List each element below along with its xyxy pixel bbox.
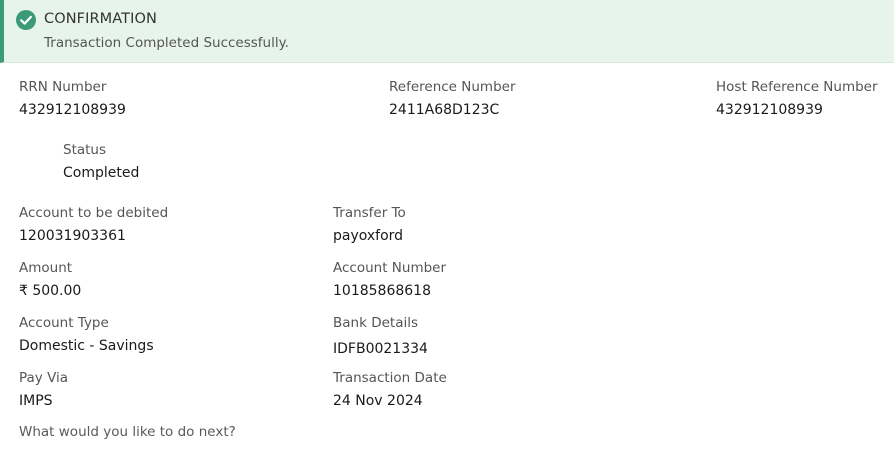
rrn-value: 432912108939: [19, 102, 126, 118]
transaction-date-field: Transaction Date 24 Nov 2024: [333, 369, 447, 410]
host-reference-value: 432912108939: [716, 102, 823, 118]
amount-field: Amount ₹ 500.00: [19, 259, 81, 300]
bank-details-field: Bank Details IDFB0021334: [333, 314, 428, 358]
status-value: Completed: [63, 165, 140, 181]
pay-via-label: Pay Via: [19, 370, 69, 386]
account-number-field: Account Number 10185868618: [333, 259, 446, 300]
bank-details-value: IDFB0021334: [333, 341, 428, 357]
account-type-label: Account Type: [19, 315, 109, 331]
debit-account-value: 120031903361: [19, 228, 126, 244]
bank-details-label: Bank Details: [333, 315, 419, 331]
debit-account-label: Account to be debited: [19, 205, 169, 221]
banner-message: Transaction Completed Successfully.: [44, 35, 289, 51]
next-actions-prompt[interactable]: What would you like to do next?: [19, 424, 236, 440]
banner-title: CONFIRMATION: [44, 11, 157, 27]
rrn-label: RRN Number: [19, 79, 107, 95]
transaction-date-value: 24 Nov 2024: [333, 393, 423, 409]
check-circle-icon: [16, 10, 36, 30]
confirmation-banner: CONFIRMATION Transaction Completed Succe…: [0, 0, 894, 63]
transfer-to-value: payoxford: [333, 228, 404, 244]
host-reference-label: Host Reference Number: [716, 79, 878, 95]
transfer-to-label: Transfer To: [333, 205, 406, 221]
reference-number-value: 2411A68D123C: [389, 102, 500, 118]
status-field: Status Completed: [63, 141, 139, 182]
status-label: Status: [63, 142, 107, 158]
debit-account-field: Account to be debited 120031903361: [19, 204, 168, 245]
account-number-value: 10185868618: [333, 283, 431, 299]
pay-via-value: IMPS: [19, 393, 53, 409]
pay-via-field: Pay Via IMPS: [19, 369, 68, 410]
reference-number-label: Reference Number: [389, 79, 516, 95]
transaction-date-label: Transaction Date: [333, 370, 447, 386]
account-number-label: Account Number: [333, 260, 447, 276]
amount-value: ₹ 500.00: [19, 283, 82, 299]
account-type-value: Domestic - Savings: [19, 338, 154, 354]
host-reference-field: Host Reference Number 432912108939: [716, 78, 878, 119]
amount-label: Amount: [19, 260, 73, 276]
transfer-to-field: Transfer To payoxford: [333, 204, 406, 245]
rrn-field: RRN Number 432912108939: [19, 78, 126, 119]
account-type-field: Account Type Domestic - Savings: [19, 314, 154, 355]
reference-number-field: Reference Number 2411A68D123C: [389, 78, 516, 119]
